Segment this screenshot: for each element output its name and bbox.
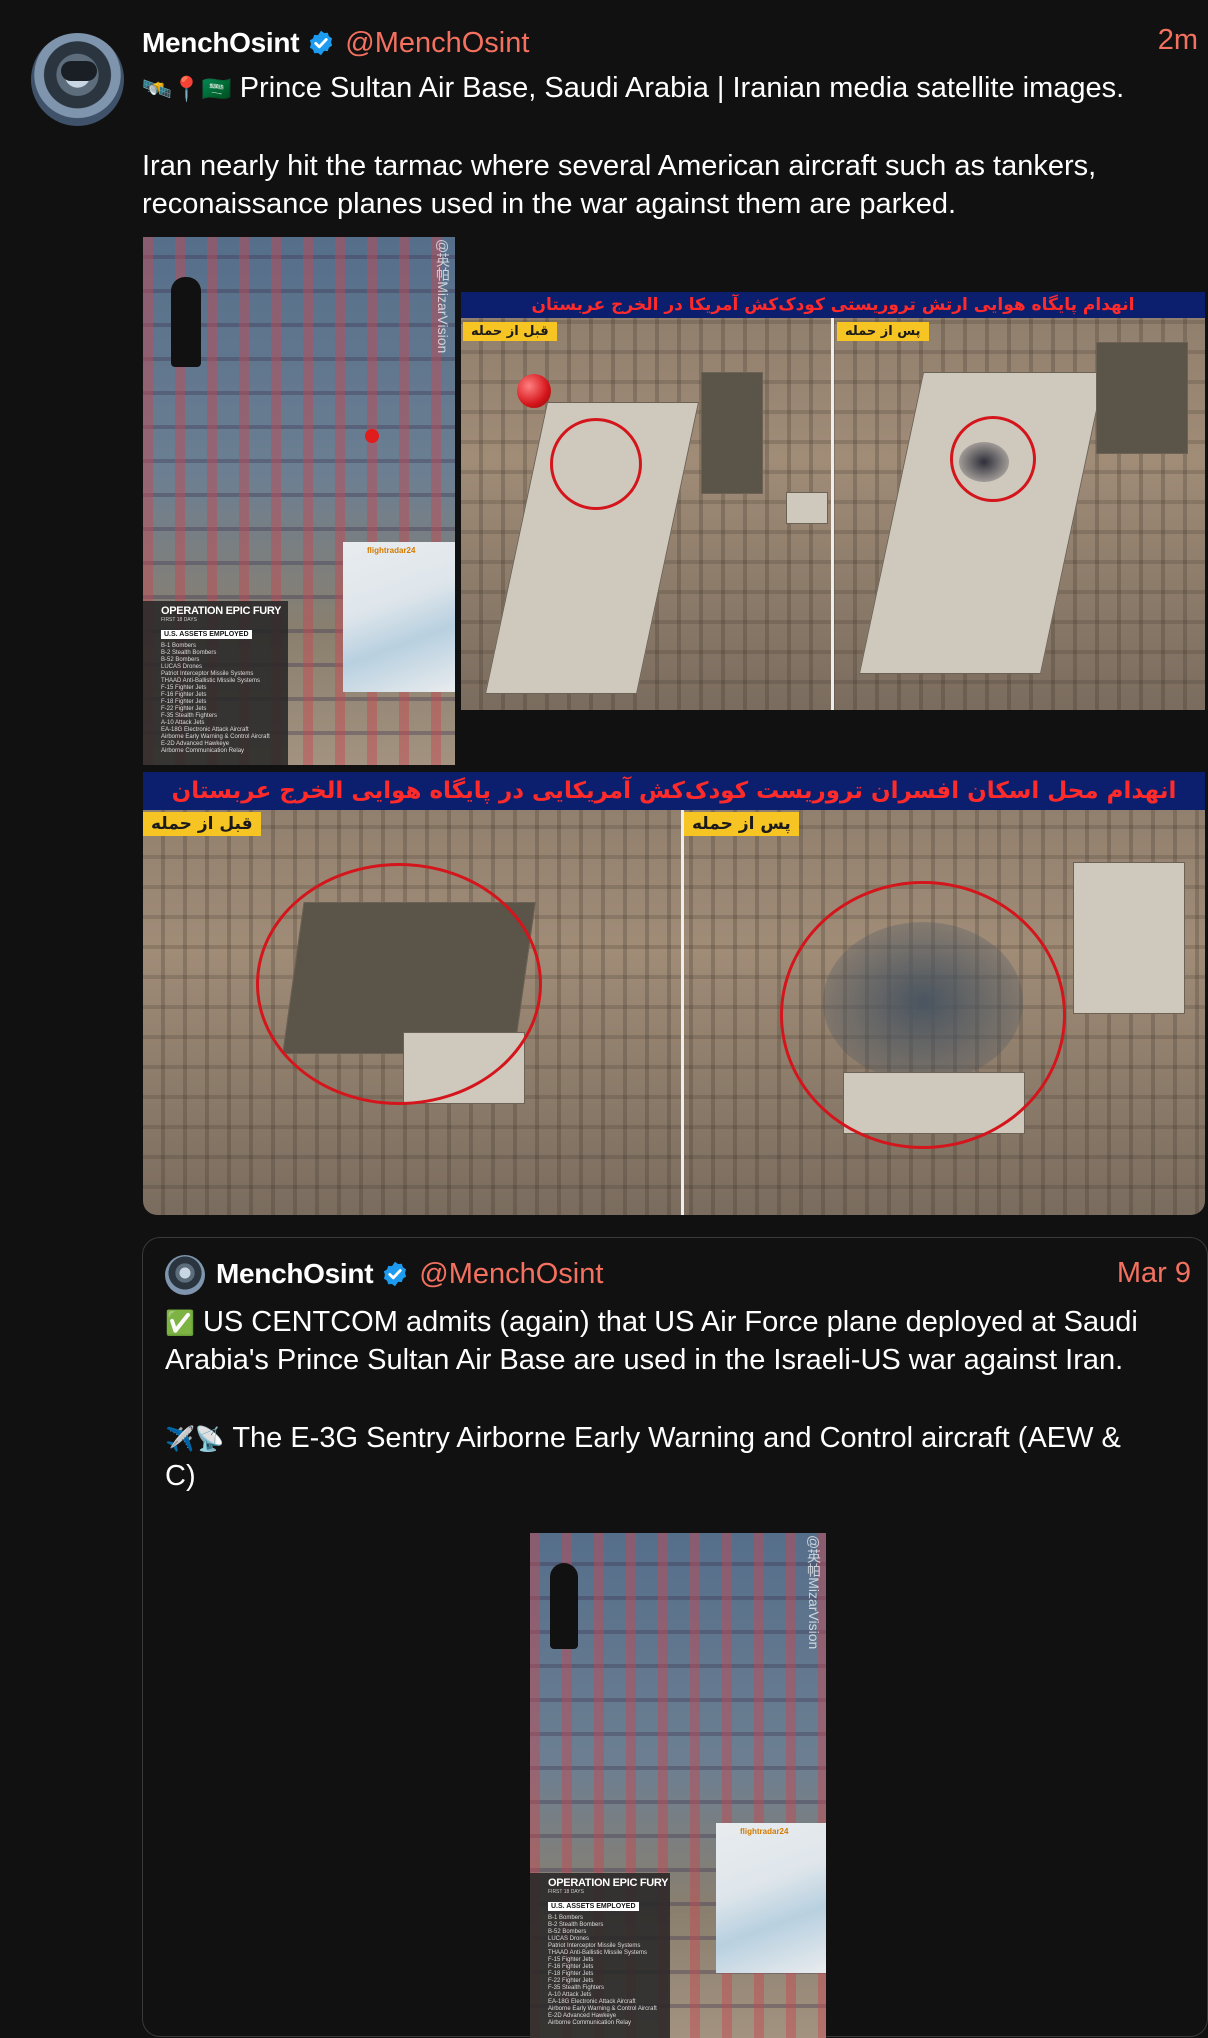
red-pin-icon xyxy=(365,429,379,443)
quoted-author-name[interactable]: MenchOsint xyxy=(216,1258,374,1290)
tweet-timestamp[interactable]: 2m xyxy=(1158,24,1198,57)
quoted-author-avatar[interactable] xyxy=(165,1255,205,1295)
flight-map-inset: flightradar24 xyxy=(343,542,455,692)
split-divider xyxy=(831,318,834,710)
split-divider xyxy=(681,810,684,1215)
quoted-tweet-header: MenchOsint @MenchOsint xyxy=(216,1253,603,1295)
operation-epic-fury-panel: OPERATION EPIC FURY FIRST 18 DAYS U.S. A… xyxy=(143,601,288,765)
tweet-text-line1: 🛰️📍🇸🇦 Prince Sultan Air Base, Saudi Arab… xyxy=(142,72,1125,104)
quarters-before-after-image[interactable]: انهدام محل اسکان افسران تروریست کودک‌کش … xyxy=(143,772,1205,1215)
author-handle[interactable]: @MenchOsint xyxy=(345,27,529,60)
quoted-text-line4: C) xyxy=(165,1460,196,1492)
check-mark-emoji: ✅ xyxy=(165,1310,195,1337)
verified-badge-icon xyxy=(384,1261,407,1287)
satellite-pin-flag-emoji: 🛰️📍🇸🇦 xyxy=(142,76,232,103)
quoted-tweet[interactable]: MenchOsint @MenchOsint Mar 9 ✅ US CENTCO… xyxy=(142,1237,1208,2038)
tweet-text-line2: Iran nearly hit the tarmac where several… xyxy=(142,150,1097,182)
assets-list: B-1 Bombers B-2 Stealth Bombers B-52 Bomb… xyxy=(548,1915,657,2026)
red-pin-icon xyxy=(517,374,551,408)
hangar-banner: انهدام پایگاه هوایی ارتش تروریستی کودک‌ک… xyxy=(461,292,1205,318)
author-avatar[interactable] xyxy=(31,33,124,126)
hangar-before-after-image[interactable]: انهدام پایگاه هوایی ارتش تروریستی کودک‌ک… xyxy=(461,292,1205,710)
mizarvision-watermark: @英帕MizarVision xyxy=(435,239,451,354)
collage-image[interactable]: @英帕MizarVision flightradar24 OPERATION E… xyxy=(143,237,455,765)
tweet-header: MenchOsint @MenchOsint xyxy=(142,22,529,64)
quoted-text-line3: ✈️📡 The E-3G Sentry Airborne Early Warni… xyxy=(165,1422,1121,1454)
after-attack-tag: پس از حمله xyxy=(837,322,929,341)
operation-epic-fury-panel: OPERATION EPIC FURY FIRST 18 DAYS U.S. A… xyxy=(530,1873,670,2038)
quoted-author-handle[interactable]: @MenchOsint xyxy=(419,1258,603,1291)
target-circle-after xyxy=(780,881,1066,1149)
quoted-text-line2: Arabia's Prince Sultan Air Base are used… xyxy=(165,1344,1124,1376)
target-circle-before xyxy=(256,863,542,1105)
suited-man-figure xyxy=(171,277,201,367)
airplane-satellite-emoji: ✈️📡 xyxy=(165,1426,225,1453)
target-circle-after xyxy=(950,416,1036,502)
mizarvision-watermark: @英帕MizarVision xyxy=(806,1535,822,1650)
quoted-text-line1: ✅ US CENTCOM admits (again) that US Air … xyxy=(165,1306,1138,1338)
quoted-tweet-timestamp[interactable]: Mar 9 xyxy=(1117,1257,1191,1290)
suited-man-figure xyxy=(550,1563,578,1649)
before-attack-tag: قبل از حمله xyxy=(463,322,557,341)
tweet: MenchOsint @MenchOsint 2m 🛰️📍🇸🇦 Prince S… xyxy=(0,0,1208,2038)
assets-list: B-1 Bombers B-2 Stealth Bombers B-52 Bomb… xyxy=(161,643,270,754)
verified-badge-icon xyxy=(310,30,333,56)
quoted-collage-image[interactable]: @英帕MizarVision flightradar24 OPERATION E… xyxy=(530,1533,826,2038)
flight-map-inset: flightradar24 xyxy=(716,1823,826,1973)
tweet-text-line3: reconaissance planes used in the war aga… xyxy=(142,188,957,220)
target-circle-before xyxy=(550,418,642,510)
before-attack-tag: قبل از حمله xyxy=(143,812,261,836)
author-name[interactable]: MenchOsint xyxy=(142,27,300,59)
after-attack-tag: پس از حمله xyxy=(684,812,799,836)
quarters-banner: انهدام محل اسکان افسران تروریست کودک‌کش … xyxy=(143,772,1205,810)
